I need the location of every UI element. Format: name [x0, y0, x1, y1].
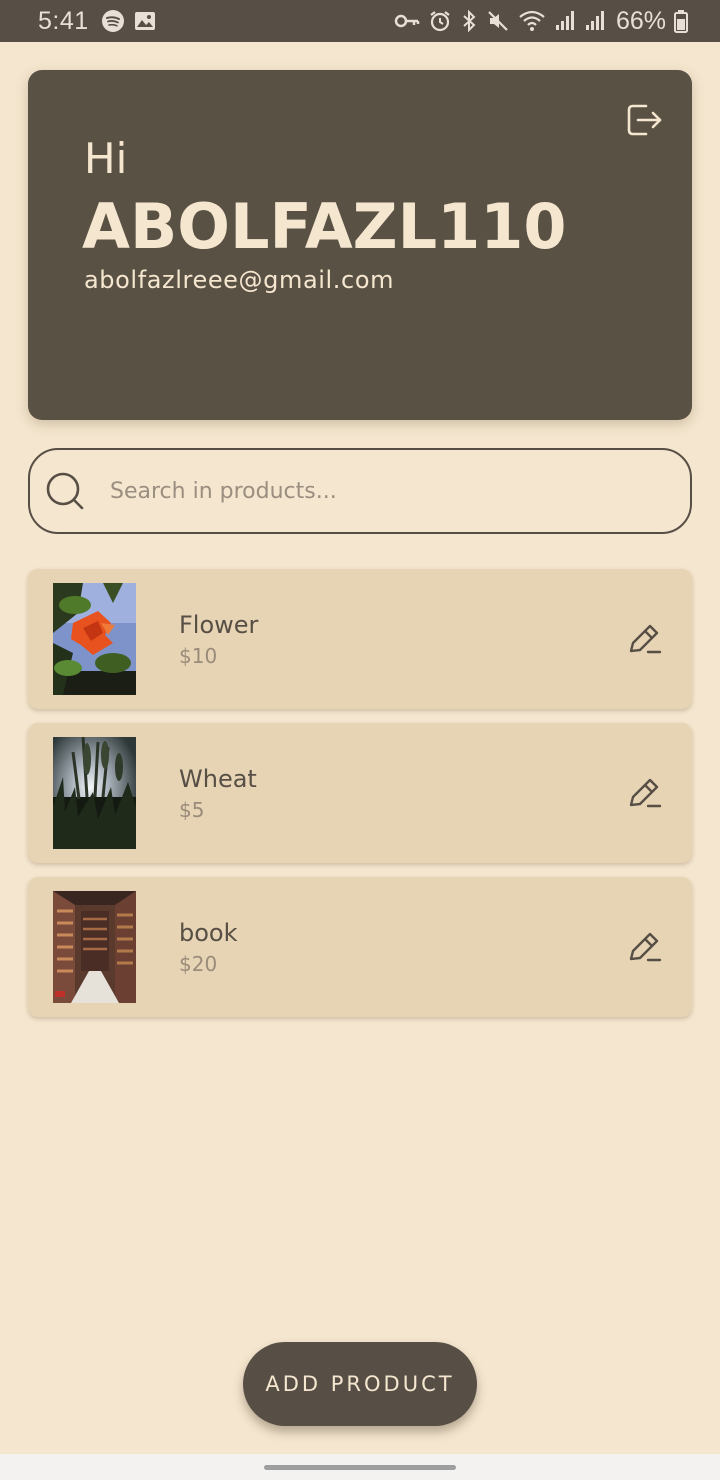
edit-button[interactable]	[626, 775, 662, 811]
battery-percent: 66%	[615, 6, 666, 35]
product-card[interactable]: Wheat $5	[28, 723, 692, 863]
logout-button[interactable]	[624, 100, 664, 140]
product-list: Flower $10 Wheat $5 book $20	[28, 569, 692, 1031]
bluetooth-icon	[460, 9, 478, 33]
navigation-bar	[0, 1454, 720, 1480]
product-card[interactable]: book $20	[28, 877, 692, 1017]
username: ABOLFAZL110	[82, 190, 567, 263]
edit-icon	[626, 778, 662, 815]
product-image	[53, 737, 136, 849]
product-name: Flower	[179, 611, 259, 639]
home-gesture-handle[interactable]	[264, 1465, 456, 1470]
profile-header-card: Hi ABOLFAZL110 abolfazlreee@gmail.com	[28, 70, 692, 420]
greeting-text: Hi	[84, 134, 128, 183]
search-box[interactable]	[28, 448, 692, 534]
logout-icon	[624, 104, 664, 144]
product-image	[53, 891, 136, 1003]
edit-icon	[626, 624, 662, 661]
product-card[interactable]: Flower $10	[28, 569, 692, 709]
signal-icon	[554, 10, 576, 32]
add-product-button[interactable]: ADD PRODUCT	[243, 1342, 477, 1426]
edit-button[interactable]	[626, 621, 662, 657]
product-price: $20	[179, 952, 218, 976]
product-price: $10	[179, 644, 218, 668]
key-icon	[394, 10, 420, 32]
spotify-icon	[101, 9, 125, 33]
alarm-icon	[428, 9, 452, 33]
search-icon	[44, 470, 86, 512]
signal-icon	[584, 10, 606, 32]
image-icon	[133, 9, 157, 33]
search-input[interactable]	[110, 478, 630, 504]
edit-button[interactable]	[626, 929, 662, 965]
product-image	[53, 583, 136, 695]
battery-icon	[674, 9, 688, 33]
product-price: $5	[179, 798, 205, 822]
product-name: book	[179, 919, 238, 947]
status-bar: 5:41 66%	[0, 0, 720, 42]
mute-icon	[486, 9, 510, 33]
status-time: 5:41	[38, 6, 89, 35]
product-name: Wheat	[179, 765, 257, 793]
edit-icon	[626, 932, 662, 969]
user-email: abolfazlreee@gmail.com	[84, 266, 395, 294]
wifi-icon	[518, 9, 546, 33]
